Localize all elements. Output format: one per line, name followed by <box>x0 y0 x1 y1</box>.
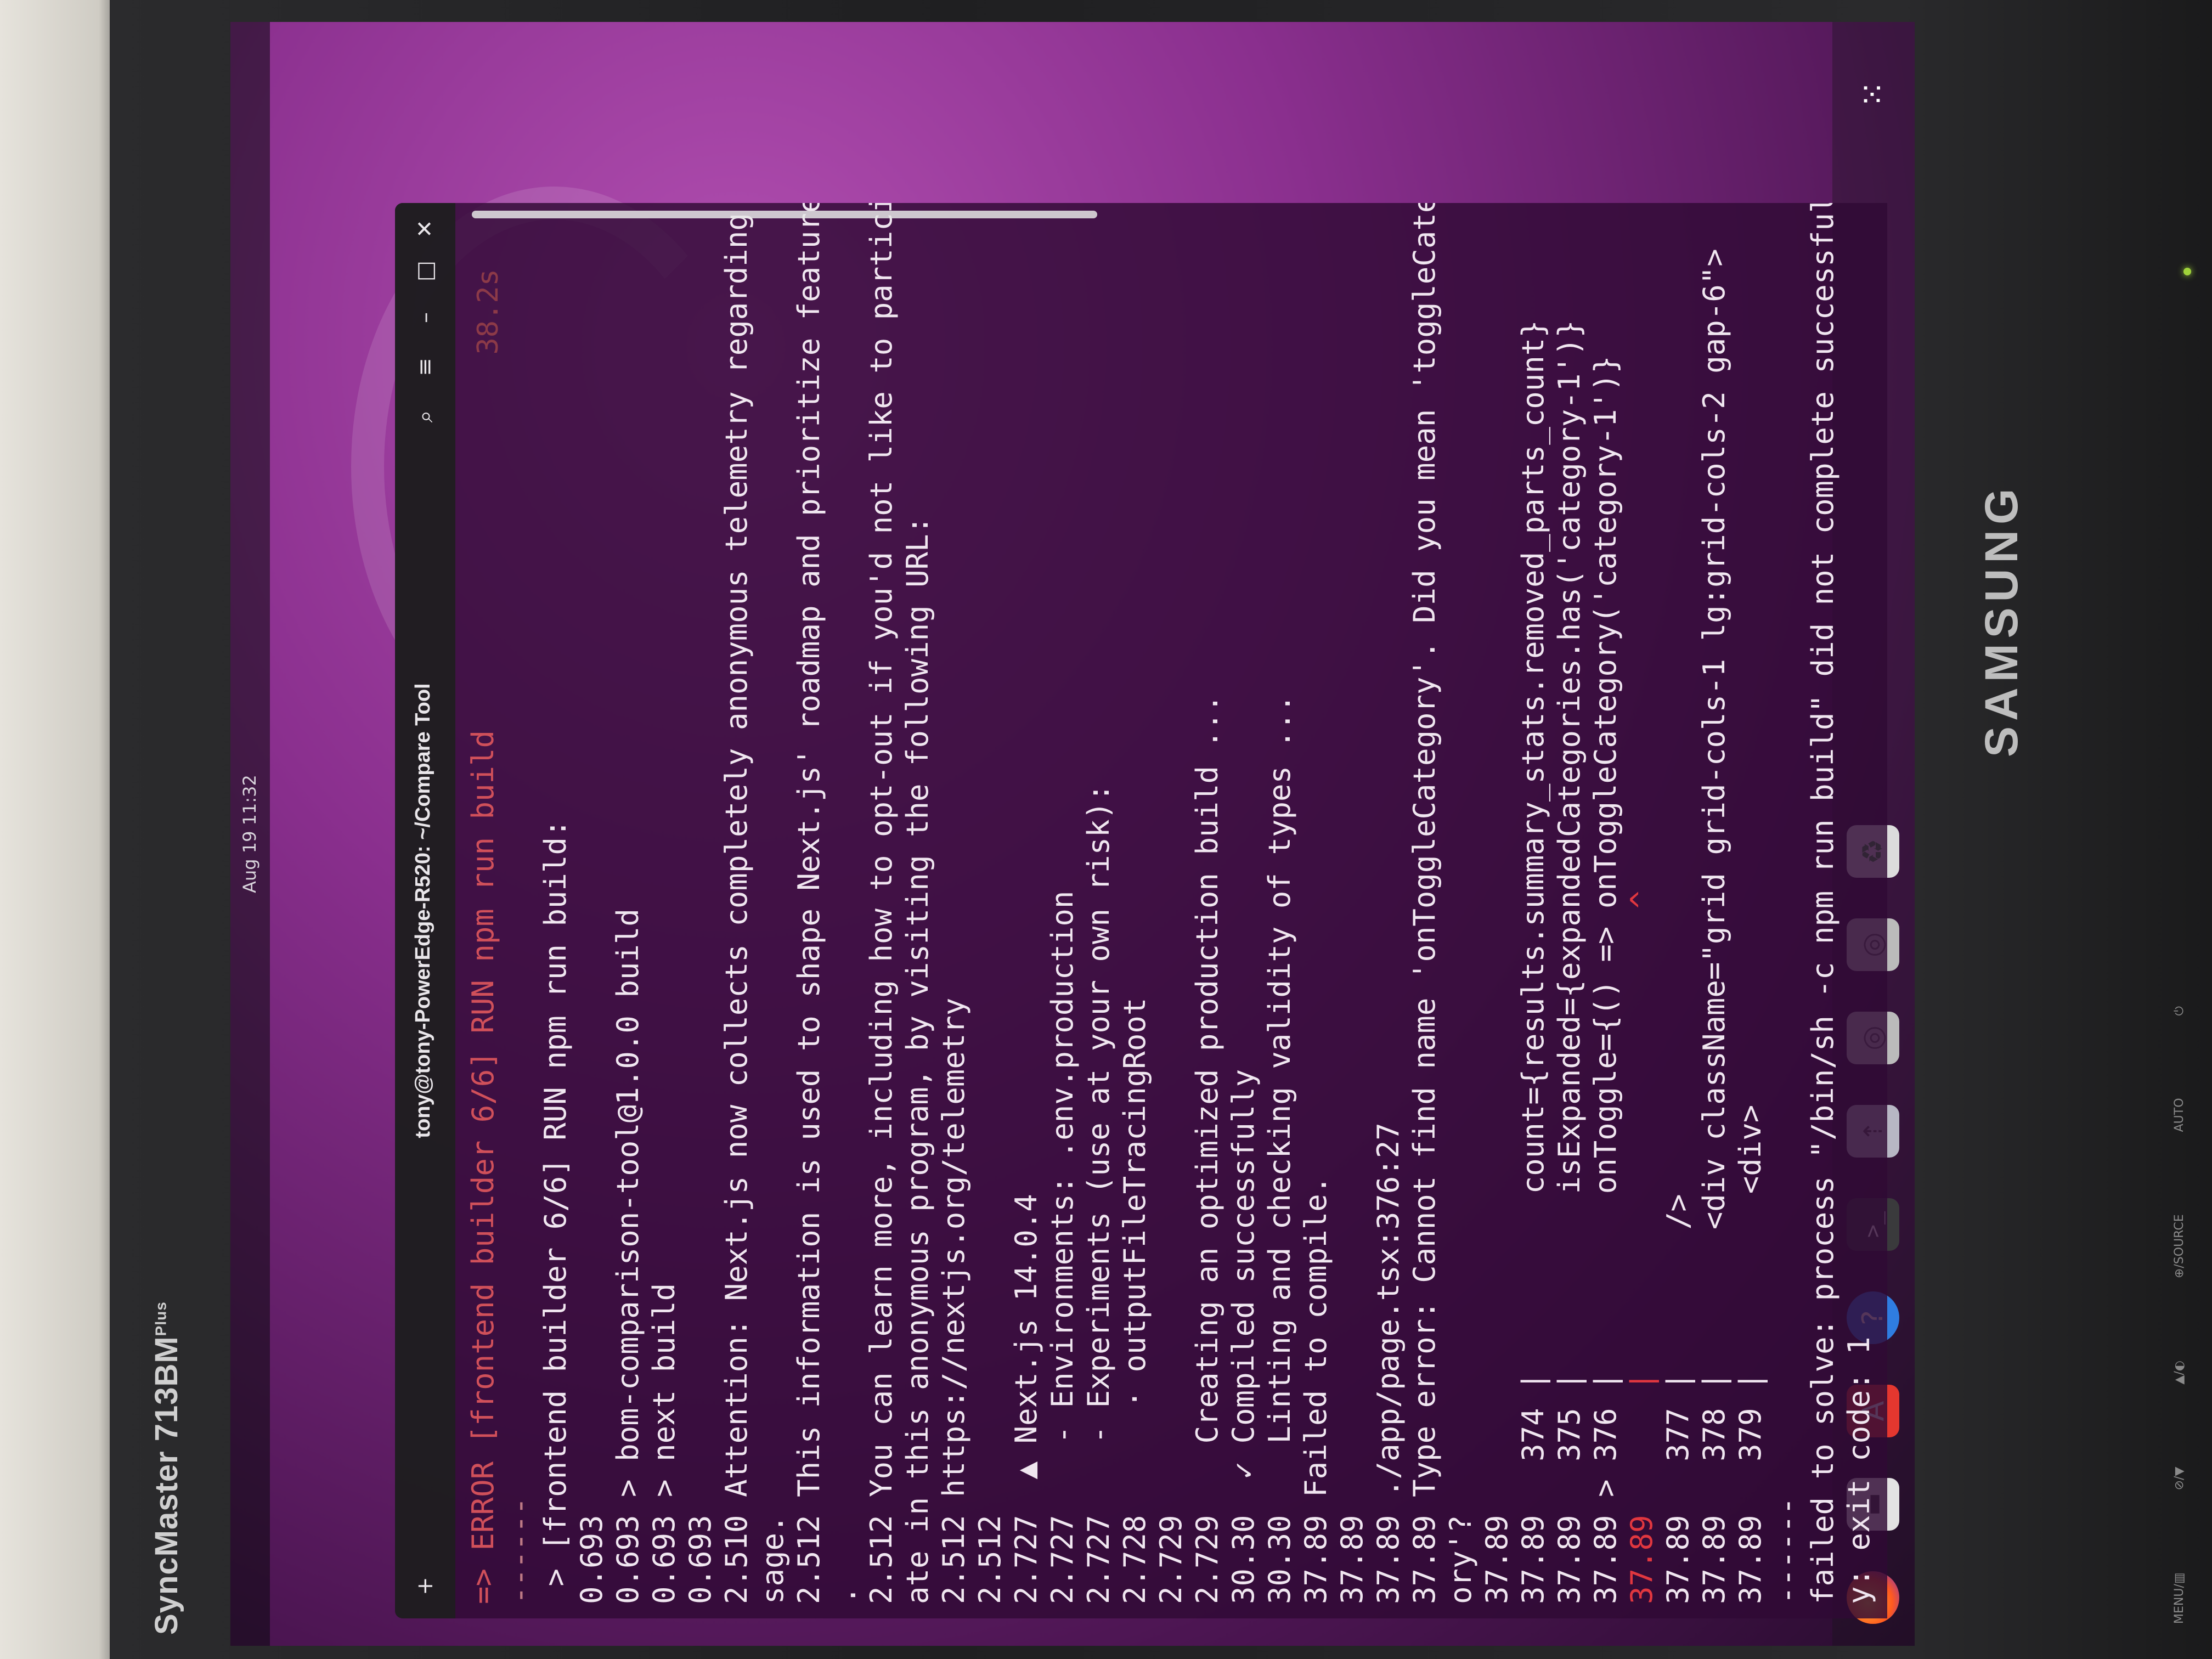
terminal-line: 2.728 · outputFileTracingRoot <box>1118 997 1152 1604</box>
terminal-line: sage. <box>755 1515 790 1604</box>
terminal-line: 0.693 > bom-comparison-tool@1.0.0 build <box>611 909 645 1604</box>
close-icon[interactable]: ✕ <box>409 213 441 245</box>
terminal-line: 37.89 Failed to compile. <box>1299 1176 1333 1604</box>
terminal-line: 0.693 <box>683 1515 718 1604</box>
monitor-up-button[interactable]: ▲/◐ <box>2172 1361 2186 1385</box>
terminal-scrollbar[interactable] <box>472 211 1097 218</box>
terminal-line: 2.729 <box>1154 1515 1188 1604</box>
new-tab-icon[interactable]: + <box>409 1570 441 1602</box>
terminal-line: 0.693 <box>574 1515 609 1604</box>
maximize-icon[interactable]: □ <box>409 255 441 287</box>
desktop-screen: Aug 19 11:32 ▬ A ? >_ ⇡ ◎ ◎ ♻ ⁙ + tony@t… <box>230 22 1915 1646</box>
terminal-line: 2.512 <box>973 1515 1007 1604</box>
terminal-line: 37.89 | ^ <box>1624 890 1659 1604</box>
terminal-line: 37.89 <box>1335 1515 1369 1604</box>
terminal-line: 2.729 Creating an optimized production b… <box>1190 694 1224 1604</box>
terminal-line: 37.89 <box>1480 1515 1514 1604</box>
terminal-line: 37.89 378 | <div className="grid grid-co… <box>1697 249 1731 1604</box>
terminal-line: ate in this anonymous program, by visiti… <box>900 516 935 1604</box>
terminal-line: 37.89 374 | count={results.summary_stats… <box>1516 320 1550 1604</box>
terminal-line: 30.30 Linting and checking validity of t… <box>1262 694 1297 1604</box>
power-led <box>2183 268 2191 275</box>
terminal-line: > [frontend builder 6/6] RUN npm run bui… <box>538 819 573 1604</box>
terminal-line: y: exit code: 1 <box>1842 1336 1876 1604</box>
monitor-source-button[interactable]: ⊕/SOURCE <box>2172 1214 2186 1278</box>
terminal-line: failed to solve: process "/bin/sh -c npm… <box>1805 203 1840 1604</box>
terminal-line: 37.89 377 | /> <box>1661 1194 1695 1604</box>
terminal-window[interactable]: + tony@tony-PowerEdge-R520: ~/Compare To… <box>395 203 1887 1618</box>
monitor-controls: MENU/▥ ⊘/▼ ▲/◐ ⊕/SOURCE AUTO ⏻ <box>2172 1006 2186 1624</box>
samsung-logo: SAMSUNG <box>1976 483 2027 757</box>
terminal-line: 37.89 375 | isExpanded={expandedCategori… <box>1552 320 1587 1604</box>
terminal-line: . <box>828 1586 862 1604</box>
minimize-icon[interactable]: – <box>409 302 441 334</box>
top-bar: Aug 19 11:32 <box>230 22 270 1646</box>
terminal-header: + tony@tony-PowerEdge-R520: ~/Compare To… <box>395 203 455 1618</box>
terminal-line: 37.89 > 376 | onToggle={() => onToggleCa… <box>1588 356 1623 1604</box>
terminal-line: => ERROR [frontend builder 6/6] RUN npm … <box>466 730 500 1604</box>
monitor-power-button[interactable]: ⏻ <box>2172 1006 2186 1015</box>
terminal-output[interactable]: => ERROR [frontend builder 6/6] RUN npm … <box>465 203 1887 1605</box>
terminal-line: 37.89 ./app/page.tsx:376:27 <box>1371 1122 1406 1604</box>
terminal-line: 2.727 ▲ Next.js 14.0.4 <box>1009 1194 1043 1604</box>
terminal-line: 2.727 - Environments: .env.production <box>1045 890 1080 1604</box>
terminal-line: 37.89 Type error: Cannot find name 'onTo… <box>1407 203 1442 1604</box>
terminal-line: ------ <box>502 1497 537 1604</box>
menu-icon[interactable]: ≡ <box>409 351 441 383</box>
show-apps-icon[interactable]: ⁙ <box>1847 68 1899 121</box>
terminal-line: 2.512 This information is used to shape … <box>792 203 826 1604</box>
monitor-brand-label: SyncMaster 713BMPlus <box>149 1301 184 1635</box>
terminal-title: tony@tony-PowerEdge-R520: ~/Compare Tool <box>411 683 435 1138</box>
terminal-line: ------ <box>1769 1497 1804 1604</box>
terminal-line: 2.727 - Experiments (use at your own ris… <box>1081 783 1116 1605</box>
terminal-line: 2.512 You can learn more, including how … <box>864 203 899 1604</box>
terminal-line: 37.89 379 | <div> <box>1733 1104 1768 1604</box>
terminal-line: ory'? <box>1443 1515 1478 1604</box>
monitor-down-button[interactable]: ⊘/▼ <box>2172 1467 2186 1491</box>
terminal-line: 0.693 > next build <box>647 1283 681 1604</box>
terminal-line: 30.30 ✓ Compiled successfully <box>1226 1069 1261 1604</box>
terminal-line: 2.512 https://nextjs.org/telemetry <box>936 997 971 1604</box>
clock[interactable]: Aug 19 11:32 <box>239 775 260 893</box>
monitor-menu-button[interactable]: MENU/▥ <box>2172 1572 2186 1624</box>
terminal-line: 2.510 Attention: Next.js now collects co… <box>719 203 754 1604</box>
monitor-auto-button[interactable]: AUTO <box>2172 1098 2186 1132</box>
search-icon[interactable]: ⌕ <box>409 400 441 432</box>
